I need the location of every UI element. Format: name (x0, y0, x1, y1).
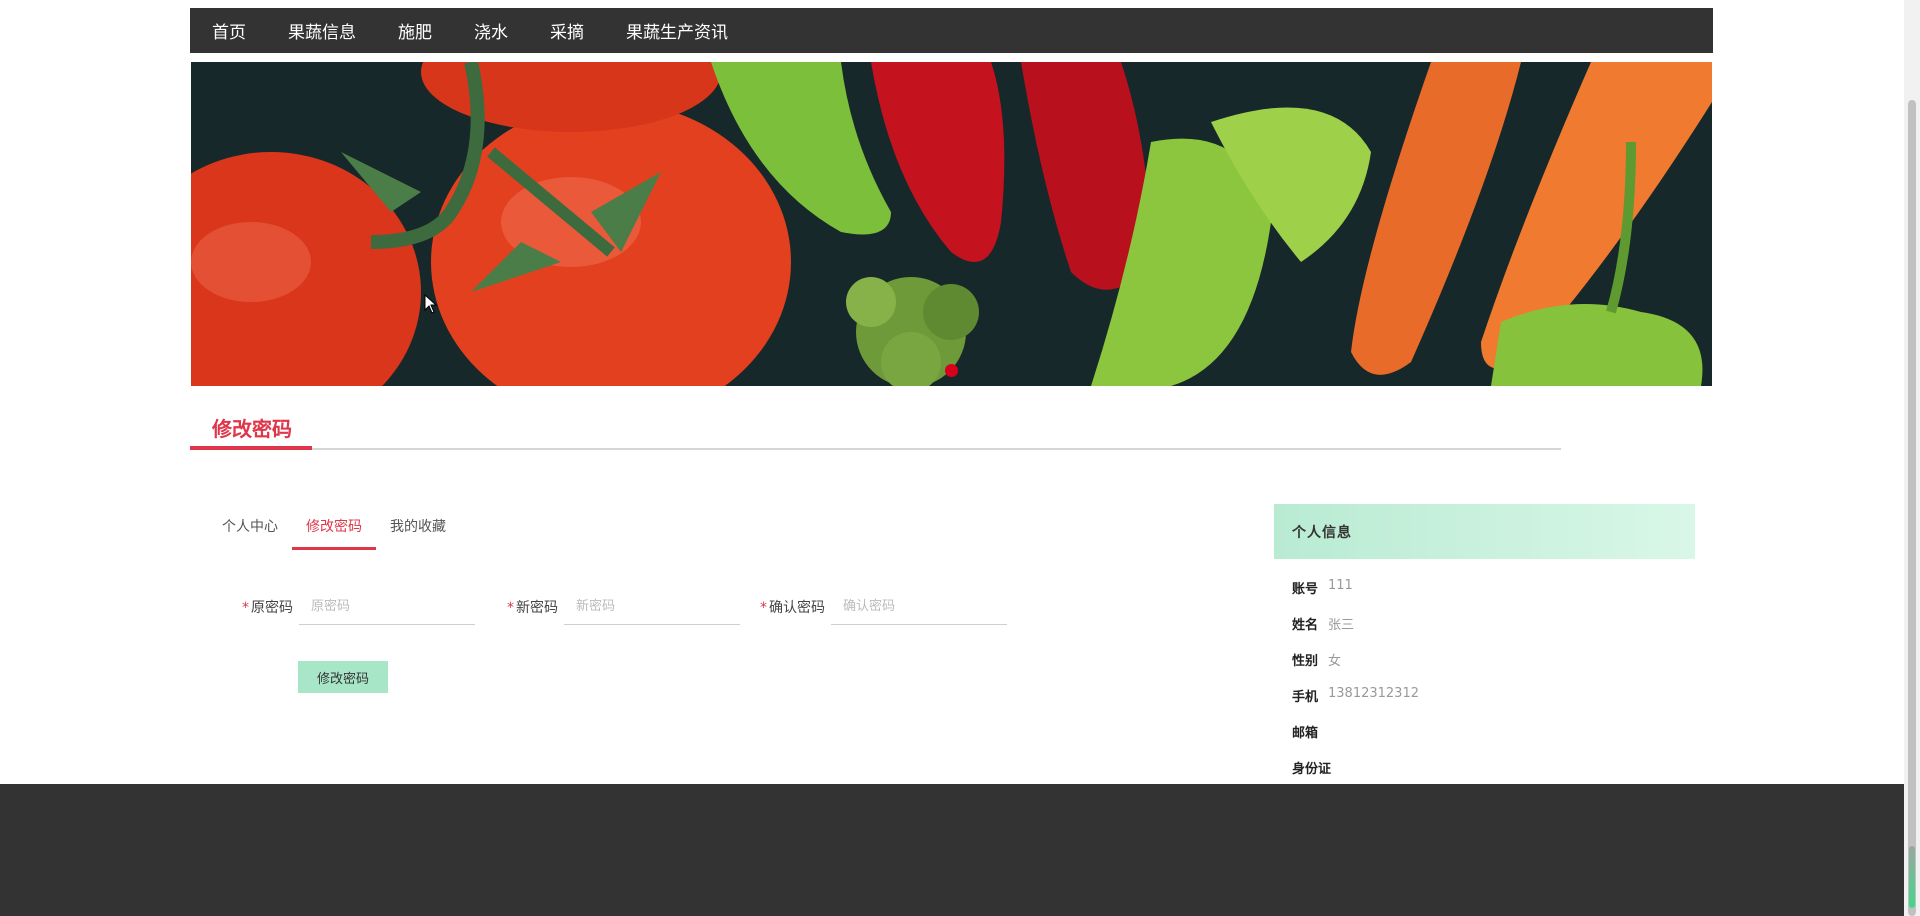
scrollbar-indicator (1909, 846, 1915, 908)
carousel-indicator-dot[interactable] (945, 364, 958, 377)
profile-key: 手机 (1292, 690, 1319, 705)
profile-value: 111 (1328, 578, 1353, 593)
confirm-password-input[interactable] (831, 589, 1007, 625)
new-password-field-group: * 新密码 (507, 589, 740, 625)
change-password-button[interactable]: 修改密码 (298, 661, 388, 693)
mouse-cursor-icon (424, 294, 438, 314)
page-title: 修改密码 (212, 417, 292, 441)
banner-carousel[interactable] (191, 62, 1712, 386)
page-scrollbar[interactable] (1904, 0, 1920, 916)
confirm-password-field-group: * 确认密码 (760, 589, 1007, 625)
profile-key: 身份证 (1292, 762, 1332, 777)
required-mark: * (507, 600, 514, 616)
profile-row-email: 邮箱 (1292, 722, 1328, 741)
profile-row-phone: 手机 13812312312 (1292, 686, 1419, 705)
new-password-label: * 新密码 (507, 597, 558, 617)
profile-row-account: 账号 111 (1292, 578, 1353, 597)
old-password-field-group: * 原密码 (242, 589, 475, 625)
title-underline-accent (190, 446, 312, 450)
page-footer (0, 784, 1904, 916)
profile-value: 13812312312 (1328, 686, 1419, 701)
old-password-input[interactable] (299, 589, 475, 625)
nav-item-news[interactable]: 果蔬生产资讯 (626, 18, 728, 43)
profile-panel-header: 个人信息 (1274, 504, 1695, 559)
nav-item-harvest[interactable]: 采摘 (550, 18, 584, 43)
vegetables-banner-image (191, 62, 1712, 386)
required-mark: * (242, 600, 249, 616)
confirm-password-label: * 确认密码 (760, 597, 825, 617)
center-tabs: 个人中心 修改密码 我的收藏 (222, 512, 474, 550)
title-divider (312, 448, 1561, 450)
profile-value: 张三 (1328, 618, 1355, 633)
profile-row-name: 姓名 张三 (1292, 614, 1354, 633)
old-password-label: * 原密码 (242, 597, 293, 617)
profile-row-id-card: 身份证 (1292, 758, 1341, 777)
tab-my-favorites[interactable]: 我的收藏 (390, 512, 446, 550)
old-password-label-text: 原密码 (251, 600, 293, 616)
new-password-label-text: 新密码 (516, 600, 558, 616)
nav-item-home[interactable]: 首页 (212, 18, 246, 43)
required-mark: * (760, 600, 767, 616)
profile-key: 账号 (1292, 582, 1319, 597)
nav-item-fertilize[interactable]: 施肥 (398, 18, 432, 43)
nav-item-watering[interactable]: 浇水 (474, 18, 508, 43)
confirm-password-label-text: 确认密码 (769, 600, 825, 616)
tab-personal-center[interactable]: 个人中心 (222, 512, 278, 550)
tab-change-password[interactable]: 修改密码 (292, 512, 376, 550)
nav-item-produce-info[interactable]: 果蔬信息 (288, 18, 356, 43)
profile-key: 邮箱 (1292, 726, 1319, 741)
new-password-input[interactable] (564, 589, 740, 625)
profile-value: 女 (1328, 654, 1342, 669)
scrollbar-thumb[interactable] (1908, 100, 1916, 916)
profile-key: 性别 (1292, 654, 1319, 669)
top-nav: 首页 果蔬信息 施肥 浇水 采摘 果蔬生产资讯 (190, 8, 1713, 53)
profile-row-gender: 性别 女 (1292, 650, 1341, 669)
profile-key: 姓名 (1292, 618, 1319, 633)
